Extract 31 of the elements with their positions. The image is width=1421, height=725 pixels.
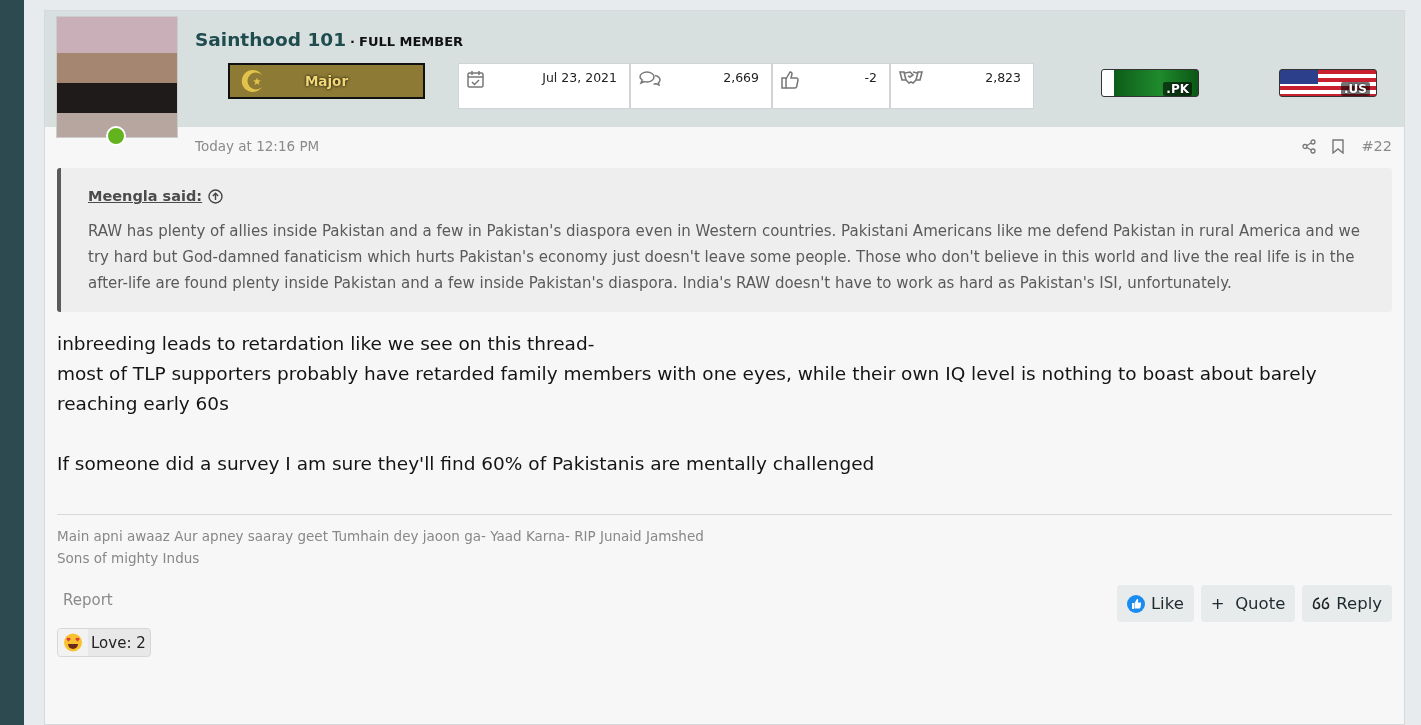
quote-author-link[interactable]: Meengla said: — [88, 188, 203, 204]
user-title: FULL MEMBER — [359, 34, 464, 49]
love-reaction-button[interactable]: Love: 2 — [57, 628, 151, 657]
pakistan-flag-banner: .PK — [1101, 69, 1199, 97]
message-paragraph: inbreeding leads to retardation like we see on this thread- most of TLP supporters probably have retarded family members with one eyes, while their own IQ level is nothing to boast about barely reaching early 60s — [57, 332, 1318, 416]
stat-value: 2,823 — [985, 70, 1021, 85]
arrow-up-circle-icon[interactable] — [208, 188, 224, 204]
thumbs-up-icon — [1126, 594, 1145, 613]
rank-badge: Major — [228, 63, 425, 99]
avatar-photo-placeholder[interactable] — [56, 16, 178, 138]
message-paragraph: If someone did a survey I am sure they'll find 60% of Pakistanis are mentally challenged — [57, 452, 876, 476]
calendar-icon — [467, 70, 484, 88]
signature-line: Sons of mighty Indus — [57, 549, 201, 568]
stat-value: 2,669 — [723, 70, 759, 85]
thumbs-up-icon — [781, 70, 799, 89]
chat-bubbles-icon — [639, 70, 661, 87]
stat-value: -2 — [864, 70, 877, 85]
quote-marks-icon — [1312, 595, 1331, 612]
usa-flag-banner: .US — [1279, 69, 1377, 97]
heart-eyes-emoji-icon — [58, 629, 88, 656]
handshake-icon — [899, 70, 923, 85]
username[interactable]: Sainthood 101 — [195, 29, 347, 50]
bookmark-icon[interactable] — [1332, 138, 1345, 154]
reply-button[interactable]: Reply — [1302, 585, 1392, 622]
quoted-text: RAW has plenty of allies inside Pakistan and a few in Pakistan's diaspora even in Western countries. Pakistani Americans like me defend Pakistan in rural America and we try hard but God-damned fanaticism which hurts Pakistan's economy just doesn't leave some people. Those who don't believe in this world and live the real life is in the after-life are found plenty inside Pakistan and a few inside Pakistan's diaspora. India's RAW doesn't have to work as hard as Pakistan's ISI, unfortunately. — [88, 221, 1362, 294]
stat-value: Jul 23, 2021 — [542, 70, 617, 85]
share-icon[interactable] — [1302, 138, 1317, 154]
like-button[interactable]: Like — [1116, 585, 1194, 622]
signature-line: Main apni awaaz Aur apney saaray geet Tumhain dey jaoon ga- Yaad Karna- RIP Junaid Jamshed — [57, 527, 705, 546]
separator-dot: · — [350, 34, 355, 49]
quote-button[interactable]: + Quote — [1200, 585, 1296, 622]
